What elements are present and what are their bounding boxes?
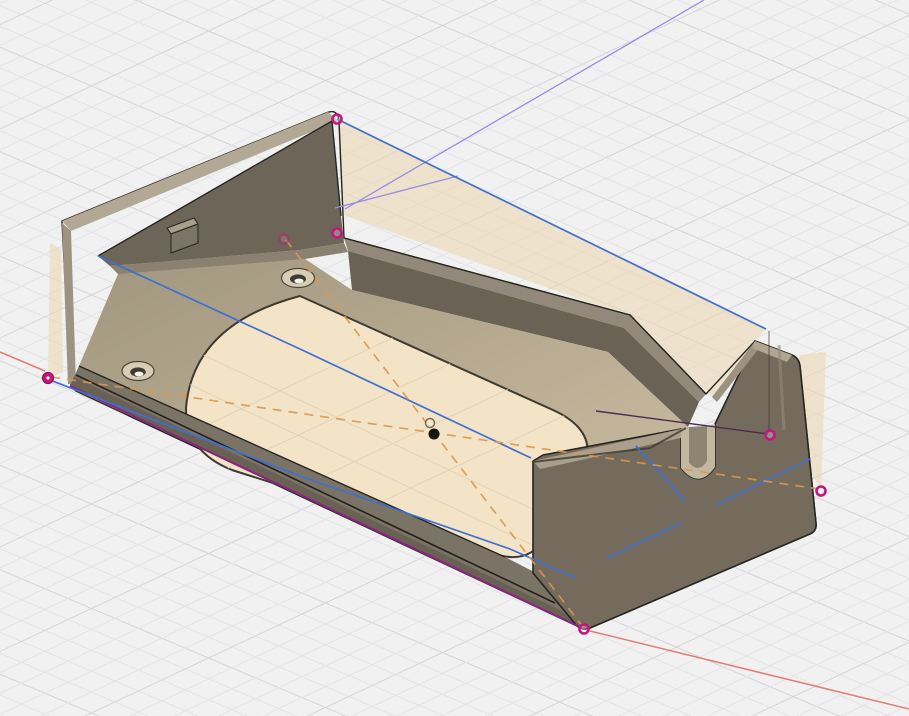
- sketch-free-point[interactable]: [426, 419, 435, 428]
- countersunk-hole-left[interactable]: [122, 362, 154, 381]
- sketch-center-point[interactable]: [429, 429, 440, 440]
- scene-canvas: [0, 0, 909, 716]
- sketch-point-corner-top[interactable]: [333, 115, 342, 124]
- cad-viewport: [0, 0, 909, 716]
- sketch-point-back-wall-corner[interactable]: [333, 229, 342, 238]
- sketch-axis-long[interactable]: [345, 0, 704, 209]
- sketch-fill-left-sliver[interactable]: [48, 243, 63, 377]
- sketch-point-corner-front[interactable]: [580, 625, 589, 634]
- sketch-point-corner-right[interactable]: [817, 487, 826, 496]
- sketch-point-corner-back-occluded[interactable]: [280, 235, 289, 244]
- u-notch-opening[interactable]: [689, 426, 707, 468]
- sketch-point-corner-right-mid[interactable]: [766, 431, 775, 440]
